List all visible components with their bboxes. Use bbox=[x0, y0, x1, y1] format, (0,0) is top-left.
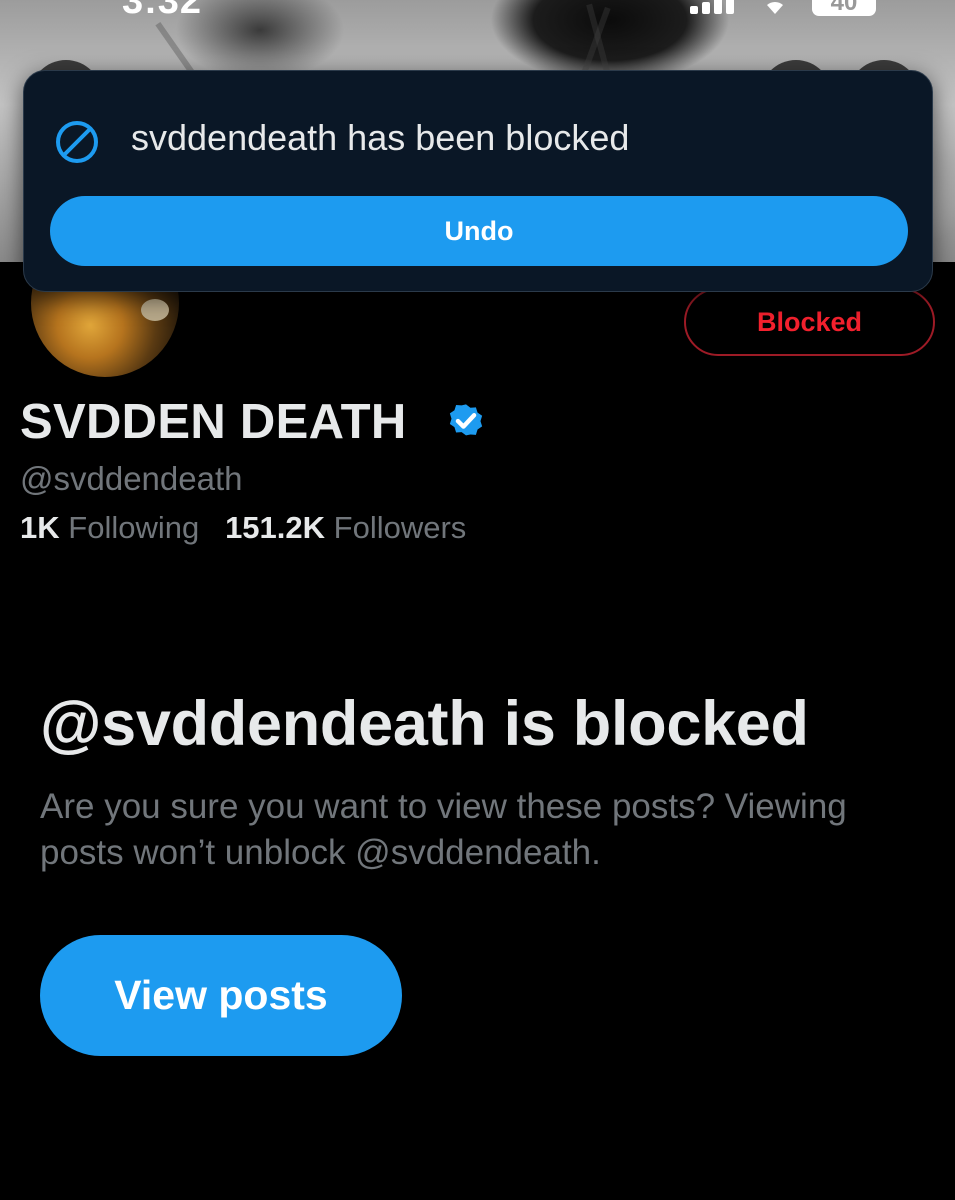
following-stat[interactable]: 1K Following bbox=[20, 510, 199, 545]
blocked-heading: @svddendeath is blocked bbox=[40, 689, 809, 759]
following-count: 1K bbox=[20, 510, 60, 545]
blocked-description: Are you sure you want to view these post… bbox=[40, 787, 847, 872]
undo-button[interactable]: Undo bbox=[50, 196, 908, 266]
battery-icon: 40 bbox=[812, 0, 876, 16]
followers-count: 151.2K bbox=[225, 510, 326, 545]
profile-screen: 3:32 40 Blocked SVDDEN DEATH @svddendeat… bbox=[0, 0, 955, 1200]
status-bar: 3:32 40 bbox=[0, 0, 955, 24]
follow-stats: 1K Following 151.2K Followers bbox=[20, 510, 466, 546]
verified-badge-icon bbox=[449, 404, 483, 436]
cellular-signal-icon bbox=[690, 0, 738, 14]
block-confirmation-toast: svddendeath has been blocked Undo bbox=[23, 70, 933, 292]
followers-stat[interactable]: 151.2K Followers bbox=[225, 510, 466, 545]
profile-handle: @svddendeath bbox=[20, 460, 243, 497]
status-time: 3:32 bbox=[122, 0, 203, 22]
view-posts-button[interactable]: View posts bbox=[40, 935, 402, 1056]
block-icon bbox=[56, 121, 98, 163]
following-label: Following bbox=[68, 510, 200, 545]
display-name: SVDDEN DEATH bbox=[20, 395, 407, 449]
wifi-icon bbox=[767, 1, 783, 14]
blocked-button[interactable]: Blocked bbox=[684, 288, 935, 356]
toast-message: svddendeath has been blocked bbox=[131, 117, 630, 158]
avatar-detail bbox=[141, 299, 169, 321]
followers-label: Followers bbox=[333, 510, 467, 545]
